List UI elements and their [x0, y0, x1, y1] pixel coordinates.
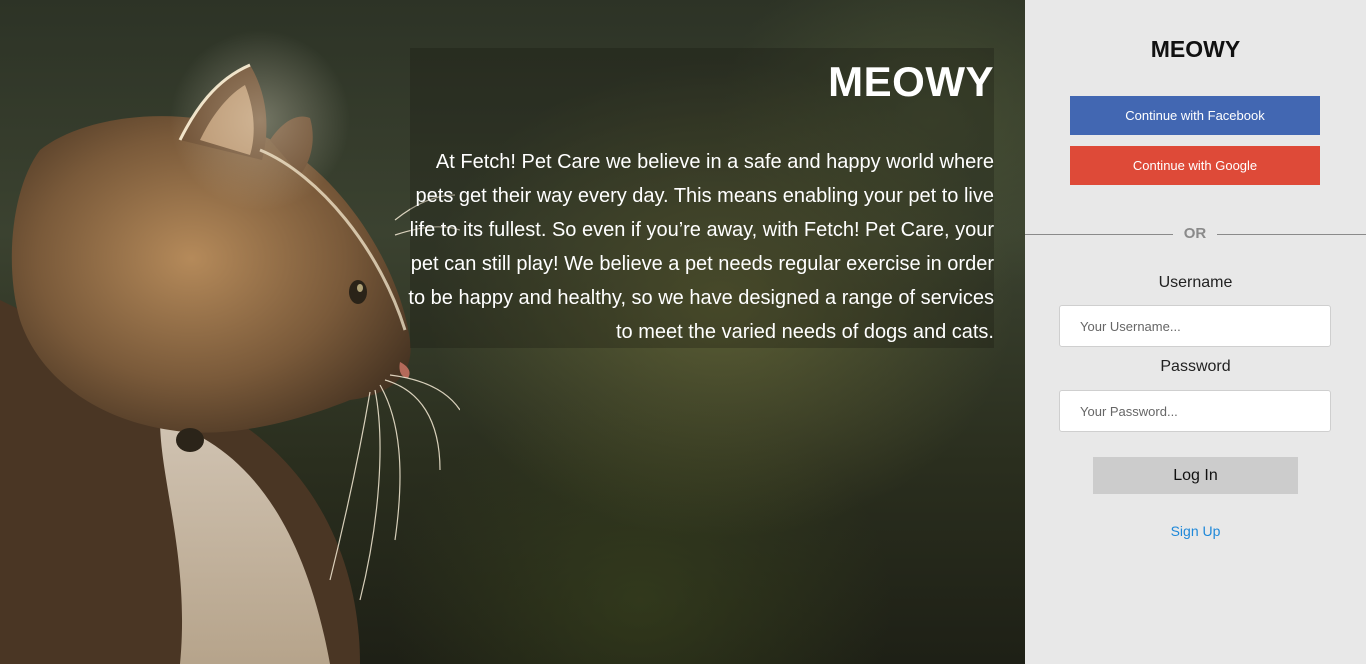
sign-up-link[interactable]: Sign Up [1025, 523, 1366, 539]
or-divider-label: OR [1173, 225, 1217, 243]
hero-description: At Fetch! Pet Care we believe in a safe … [408, 151, 994, 343]
brand-title: MEOWY [1150, 36, 1241, 62]
password-label: Password [1160, 358, 1231, 375]
username-input[interactable] [1059, 305, 1331, 347]
continue-with-facebook-button[interactable]: Continue with Facebook [1070, 96, 1320, 135]
password-input[interactable] [1059, 390, 1331, 432]
hero-section: MEOWY At Fetch! Pet Care we believe in a… [0, 0, 1025, 664]
cat-photo [0, 30, 460, 664]
login-page: MEOWY At Fetch! Pet Care we believe in a… [0, 0, 1366, 664]
login-sidebar: MEOWY Continue with Facebook Continue wi… [1025, 0, 1366, 664]
username-label: Username [1158, 274, 1233, 291]
log-in-button[interactable]: Log In [1093, 457, 1298, 494]
hero-title: MEOWY [828, 58, 994, 105]
continue-with-google-button[interactable]: Continue with Google [1070, 146, 1320, 185]
